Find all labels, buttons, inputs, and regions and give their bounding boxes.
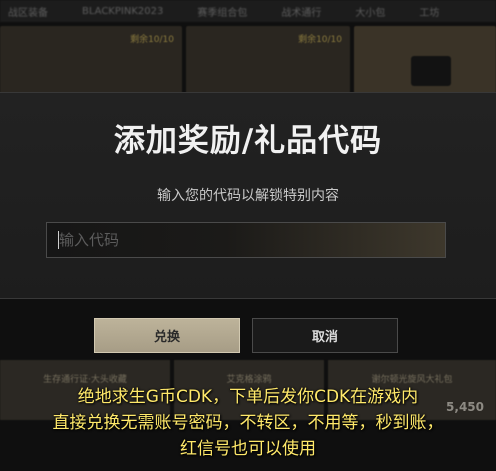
promo-caption: 绝地求生G币CDK，下单后发你CDK在游戏内 直接兑换无需账号密码，不转区，不用… <box>0 384 496 462</box>
promo-caption-line: 绝地求生G币CDK，下单后发你CDK在游戏内 <box>77 387 419 407</box>
redeem-code-input[interactable] <box>46 222 446 258</box>
store-card-stock: 剩余10/10 <box>130 35 174 45</box>
store-card-image <box>410 56 451 86</box>
store-card-stock: 剩余10/10 <box>298 35 342 45</box>
cancel-button[interactable]: 取消 <box>252 318 398 353</box>
store-tab: 赛季组合包 <box>197 7 248 19</box>
store-tab: 战区装备 <box>8 7 48 19</box>
promo-caption-line: 红信号也可以使用 <box>180 439 316 459</box>
redeem-code-dialog: 添加奖励/礼品代码 输入您的代码以解锁特别内容 <box>0 92 496 299</box>
store-tab-bar: 战区装备 BLACKPINK2023 赛季组合包 战术通行 大小包 工坊 <box>0 0 496 22</box>
store-tab: 战术通行 <box>281 7 322 19</box>
screen: 战区装备 BLACKPINK2023 赛季组合包 战术通行 大小包 工坊 剩余1… <box>0 0 496 471</box>
store-card: 剩余10/10 <box>186 26 350 94</box>
text-caret <box>58 231 59 249</box>
dialog-title: 添加奖励/礼品代码 <box>113 123 383 159</box>
redeem-button[interactable]: 兑换 <box>94 318 240 353</box>
store-card: 剩余10/10 <box>0 26 182 94</box>
dialog-subtitle: 输入您的代码以解锁特别内容 <box>157 188 339 204</box>
store-tab: BLACKPINK2023 <box>82 5 164 17</box>
promo-caption-line: 直接兑换无需账号密码，不转区，不用等，秒到账， <box>52 413 444 433</box>
store-top-cards: 剩余10/10 剩余10/10 <box>0 26 496 94</box>
store-tab: 大小包 <box>355 7 386 19</box>
store-card <box>354 26 496 94</box>
store-tab: 工坊 <box>419 7 440 19</box>
